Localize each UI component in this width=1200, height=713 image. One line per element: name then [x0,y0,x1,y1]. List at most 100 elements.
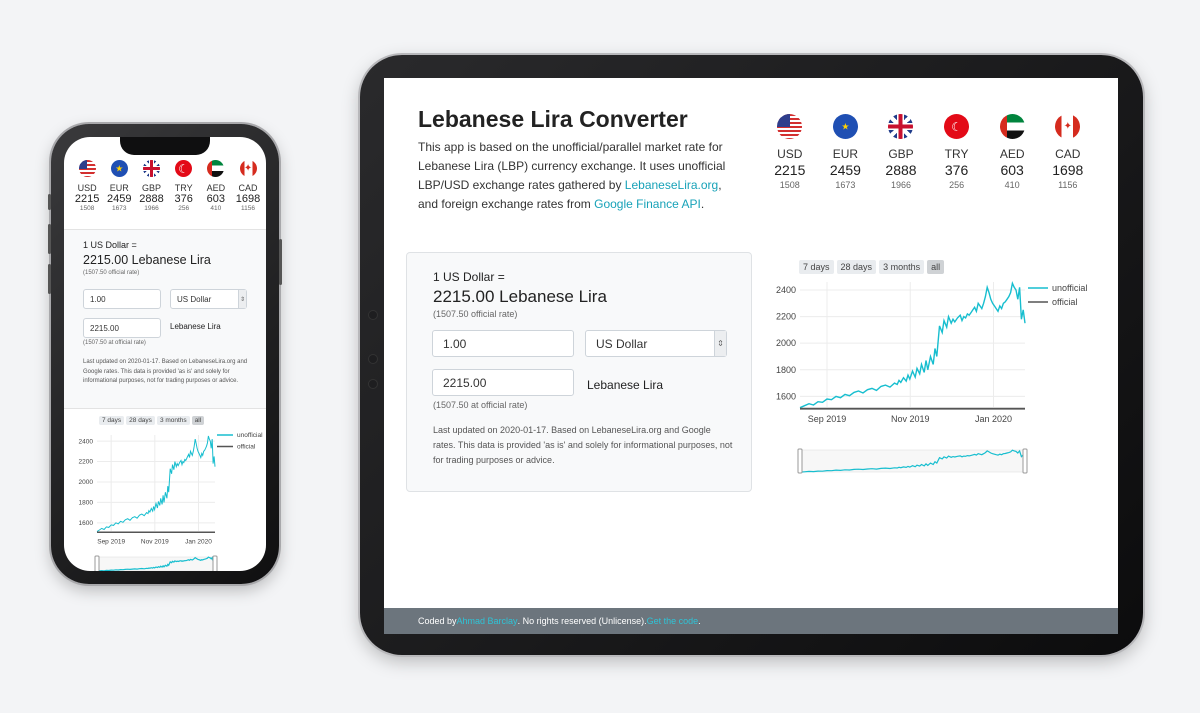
currency-code: CAD [238,183,258,193]
range-7days-button[interactable]: 7 days [99,416,125,425]
currency-rate: 2459 [107,193,132,205]
footer-text: . No rights reserved (Unlicense). [517,616,647,626]
official-rate-note: (1507.50 official rate) [433,309,518,319]
rate-try: TRY 376 256 [929,114,985,190]
currency-rate: 2459 [829,162,861,178]
footer-text: Coded by [418,616,457,626]
disclaimer-text: Last updated on 2020-01-17. Based on Leb… [433,425,733,465]
amount-input[interactable]: 1.00 [432,330,574,357]
footer: Coded by Ahmad Barclay. No rights reserv… [384,608,1118,634]
exchange-rate-chart: 1600 1800 2000 2200 2400 Sep 2019 Nov 2019 Jan … [776,280,1087,474]
currency-official-rate: 1966 [890,180,911,190]
currency-select-value: US Dollar [596,336,648,351]
rate-gbp: GBP 2888 1966 [135,160,167,212]
converter-card: 1 US Dollar = 2215.00 Lebanese Lira (150… [64,229,266,409]
exchange-rate-chart: 1600 1800 2000 2200 2400 Sep 2019 Nov 2019 Jan … [79,432,263,571]
conversion-result: 2215.00 Lebanese Lira [83,253,211,267]
range-slider-handle [94,555,100,571]
x-tick-label: Nov 2019 [891,414,930,424]
output-input[interactable]: 2215.00 [83,318,161,338]
output-currency-label: Lebanese Lira [170,322,221,331]
phone-volume-up [48,224,51,254]
tablet-camera [369,311,377,319]
app-description: This app is based on the unofficial/para… [418,138,743,214]
tr-flag-icon [944,114,970,139]
lebaneselira-link[interactable]: LebaneseLira.org [625,178,718,192]
rate-eur: EUR 2459 1673 [818,114,874,190]
currency-code: GBP [888,147,914,161]
range-all-button[interactable]: all [927,260,945,274]
range-3months-button[interactable]: 3 months [156,416,190,425]
output-official-note: (1507.50 at official rate) [433,400,528,410]
google-finance-link[interactable]: Google Finance API [594,197,701,211]
currency-rate: 1698 [235,193,261,205]
us-flag-icon [777,114,803,139]
rate-try: TRY 376 256 [168,160,200,212]
currency-code: TRY [174,183,193,193]
x-tick-label: Jan 2020 [975,414,1012,424]
author-link[interactable]: Ahmad Barclay [457,616,518,626]
y-tick-label: 2000 [776,338,796,348]
conversion-result: 2215.00 Lebanese Lira [433,287,607,306]
range-all-button[interactable]: all [191,416,205,425]
description-text: . [700,197,705,211]
rate-cad: CAD 1698 1156 [232,160,264,212]
x-tick-label: Sep 2019 [97,539,125,546]
rate-aed: AED 603 410 [984,114,1040,190]
y-tick-label: 2200 [776,312,796,322]
phone-mute-switch [48,194,51,210]
legend-label: official [1052,297,1077,307]
y-tick-label: 1600 [776,391,796,401]
x-tick-label: Nov 2019 [141,539,169,546]
get-code-link[interactable]: Get the code [647,616,699,626]
rate-usd: USD 2215 1508 [762,114,818,190]
currency-official-rate: 410 [210,205,222,212]
currency-code: EUR [832,147,859,161]
ca-flag-icon [239,160,257,177]
range-3months-button[interactable]: 3 months [879,260,925,274]
rate-cad: CAD 1698 1156 [1040,114,1096,190]
currency-code: USD [777,147,803,161]
y-tick-label: 1600 [79,520,94,527]
currency-rate: 2888 [885,162,917,178]
uk-flag-icon [888,114,914,139]
currency-code: GBP [141,183,161,193]
converter-card: 1 US Dollar = 2215.00 Lebanese Lira (150… [406,252,752,492]
currency-rate: 603 [206,193,226,205]
currency-official-rate: 1156 [241,205,256,212]
range-7days-button[interactable]: 7 days [799,260,834,274]
range-buttons: 7 days 28 days 3 months all [799,260,945,274]
y-tick-label: 2200 [79,459,94,466]
phone-power-button [279,239,282,285]
currency-code: AED [206,183,226,193]
range-28days-button[interactable]: 28 days [126,416,155,425]
range-28days-button[interactable]: 28 days [836,260,877,274]
range-slider-handle [1022,448,1028,474]
currency-code: EUR [109,183,129,193]
currency-code: TRY [944,147,969,161]
currency-code: USD [77,183,97,193]
series-line-unofficial [799,280,1026,409]
currency-official-rate: 1673 [112,205,127,212]
currency-official-rate: 1156 [1058,180,1078,190]
currency-rate: 603 [1000,162,1024,178]
currency-official-rate: 256 [949,180,965,190]
x-tick-label: Sep 2019 [808,414,847,424]
amount-input[interactable]: 1.00 [83,289,161,309]
legend-label: unofficial [237,432,263,439]
official-rate-note: (1507.50 official rate) [83,270,140,276]
output-official-note: (1507.50 at official rate) [83,340,146,346]
output-input[interactable]: 2215.00 [432,369,574,396]
y-tick-label: 2400 [776,285,796,295]
disclaimer-text: Last updated on 2020-01-17. Based on Leb… [83,359,248,384]
us-flag-icon [78,160,96,177]
currency-select[interactable]: US Dollar ⇕ [585,330,727,357]
tablet-screen: Lebanese Lira Converter This app is base… [384,78,1118,634]
range-slider-handle [797,448,803,474]
ae-flag-icon [207,160,225,177]
conversion-label: 1 US Dollar = [83,240,137,250]
ae-flag-icon [999,114,1025,139]
currency-official-rate: 1508 [779,180,800,190]
currency-rate: 2215 [74,193,100,205]
currency-select[interactable]: US Dollar ⇕ [170,289,247,309]
